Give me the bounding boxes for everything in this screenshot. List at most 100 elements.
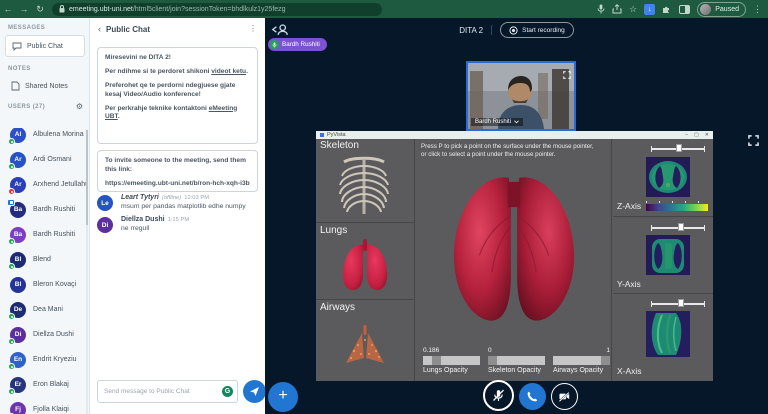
y-axis-slider[interactable] [651, 224, 705, 232]
user-list-item[interactable]: Ar Arxhend Jetullahu [0, 172, 88, 197]
opacity-slider[interactable] [553, 356, 610, 365]
chat-message-input[interactable] [97, 380, 238, 403]
reload-icon[interactable]: ↻ [32, 0, 48, 18]
z-axis-section: Z-Axis [613, 139, 713, 217]
user-list-item[interactable]: Fj Fjolla Klaiqi [0, 397, 88, 414]
users-scrollbar-thumb[interactable] [86, 130, 88, 225]
slider-handle[interactable] [432, 356, 441, 365]
bookmark-star-icon[interactable]: ☆ [629, 4, 637, 15]
invite-link[interactable]: https://emeeting.ubt-uni.net/b/ron-hch-x… [105, 180, 250, 189]
opacity-slider[interactable] [423, 356, 480, 365]
slider-handle[interactable] [678, 299, 684, 307]
avatar-initials: Di [15, 331, 22, 338]
skeleton-panel[interactable]: Skeleton [316, 139, 415, 223]
x-axis-scan [646, 311, 690, 357]
actions-plus-button[interactable]: + [268, 382, 298, 412]
lock-icon [59, 5, 65, 13]
status-badge [8, 163, 15, 170]
gear-icon[interactable]: ⚙ [76, 102, 83, 111]
webcam-toggle-button[interactable] [551, 383, 578, 410]
avatar-initials: Di [102, 222, 109, 229]
user-list-item[interactable]: De Dea Mani [0, 297, 88, 322]
send-message-button[interactable] [243, 380, 266, 403]
user-list-item[interactable]: Er Eron Blakaj [0, 372, 88, 397]
leave-audio-button[interactable] [519, 383, 546, 410]
lungs-panel[interactable]: Lungs [316, 224, 415, 300]
avatar-initials: Le [101, 200, 109, 207]
browser-menu-icon[interactable]: ⋮ [753, 4, 762, 15]
tab-mic-icon[interactable] [597, 4, 605, 14]
browser-toolbar: ← → ↻ emeeting.ubt-uni.net/html5client/j… [0, 0, 768, 18]
slider-handle[interactable] [601, 356, 610, 365]
camera-off-icon [558, 390, 571, 403]
sidebar-item-label: Public Chat [27, 43, 63, 50]
slider-label: Skeleton Opacity [488, 367, 545, 374]
app-right-column: Z-Axis [613, 139, 713, 381]
slider-handle[interactable] [678, 223, 684, 231]
chat-back-icon[interactable]: ‹ [98, 24, 101, 34]
z-axis-slider[interactable] [651, 145, 705, 153]
slider-handle[interactable] [676, 144, 682, 152]
app-titlebar[interactable]: PyVista – ▢ ✕ [316, 131, 713, 139]
avatar: Ba [10, 202, 26, 218]
user-list-item[interactable]: Ar Ardi Osmani [0, 147, 88, 172]
slider-value: 0 [488, 347, 545, 356]
slider-handle[interactable] [488, 356, 497, 365]
slider-label: Lungs Opacity [423, 367, 480, 374]
record-icon [509, 26, 518, 35]
puzzle-extensions-icon[interactable] [662, 4, 672, 14]
chat-options-icon[interactable]: ⋮ [249, 24, 257, 33]
x-axis-slider[interactable] [651, 300, 705, 308]
address-bar[interactable]: emeeting.ubt-uni.net/html5client/join?se… [52, 3, 382, 16]
opacity-slider-group: 0.186 Lungs Opacity [423, 347, 480, 374]
status-badge [8, 138, 15, 145]
avatar-initials: Er [15, 381, 22, 388]
window-minimize-icon[interactable]: – [685, 131, 688, 139]
extension-icon[interactable]: ↓ [644, 4, 655, 15]
status-badge [8, 313, 15, 320]
welcome-line-4: Per perkrahje teknike kontaktoni eMeetin… [105, 105, 250, 123]
share-icon[interactable] [612, 4, 622, 14]
avatar: Bl [10, 252, 26, 268]
user-list-item[interactable]: Di Diellza Dushi [0, 322, 88, 347]
side-panel-icon[interactable] [679, 5, 690, 14]
sidebar-item-shared-notes[interactable]: Shared Notes [5, 75, 85, 97]
app-3d-viewport[interactable]: Press P to pick a point on the surface u… [416, 139, 612, 381]
window-close-icon[interactable]: ✕ [705, 131, 709, 139]
pick-instruction: Press P to pick a point on the surface u… [421, 143, 594, 160]
forward-icon[interactable]: → [16, 0, 32, 18]
user-list-item[interactable]: Ba Bardh Rushiti [0, 197, 88, 222]
user-name: Bardh Rushiti [33, 206, 75, 213]
screenshare-app-window: PyVista – ▢ ✕ Skeleton [316, 131, 713, 381]
user-list-item[interactable]: Bl Blend [0, 247, 88, 272]
user-list-item[interactable]: Bl Bleron Kovaçi [0, 272, 88, 297]
z-axis-label: Z-Axis [617, 201, 641, 211]
welcome-message: Miresevini ne DITA 2! Per ndihme si te p… [97, 47, 258, 144]
avatar: Fj [10, 402, 26, 414]
webcam-video[interactable]: Bardh Rushiti [466, 61, 576, 131]
active-speaker-pill[interactable]: Bardh Rushiti [268, 38, 327, 51]
back-icon[interactable]: ← [0, 0, 16, 18]
help-video-link[interactable]: videot ketu [211, 68, 246, 75]
users-header: USERS (27) [8, 104, 45, 110]
browser-profile[interactable]: Paused [697, 2, 746, 17]
user-list-item[interactable]: Al Albulena Morina [0, 128, 88, 147]
start-recording-button[interactable]: Start recording [500, 22, 574, 38]
webcam-fullscreen-icon[interactable] [563, 66, 571, 84]
mute-microphone-button[interactable] [483, 380, 514, 411]
sidebar-item-public-chat[interactable]: Public Chat [5, 35, 85, 57]
y-axis-label: Y-Axis [617, 279, 641, 289]
status-badge [8, 363, 15, 370]
grammarly-icon[interactable]: G [222, 386, 233, 397]
opacity-slider[interactable] [488, 356, 545, 365]
user-list-item[interactable]: En Endrit Kryeziu [0, 347, 88, 372]
window-maximize-icon[interactable]: ▢ [694, 131, 699, 139]
user-name: Bleron Kovaçi [33, 281, 76, 288]
webcam-name-label[interactable]: Bardh Rushiti [471, 118, 523, 126]
public-chat-panel: ‹ Public Chat ⋮ Miresevini ne DITA 2! Pe… [90, 18, 265, 414]
chat-message: Le Leart Tytyri (offline) 12:03 PM msum … [97, 194, 258, 211]
user-list-item[interactable]: Ba Bardh Rushiti [0, 222, 88, 247]
presentation-fullscreen-icon[interactable] [748, 133, 759, 151]
airways-panel[interactable]: Airways [316, 301, 415, 381]
welcome-line-2: Per ndihme si te perdoret shikoni videot… [105, 68, 250, 77]
